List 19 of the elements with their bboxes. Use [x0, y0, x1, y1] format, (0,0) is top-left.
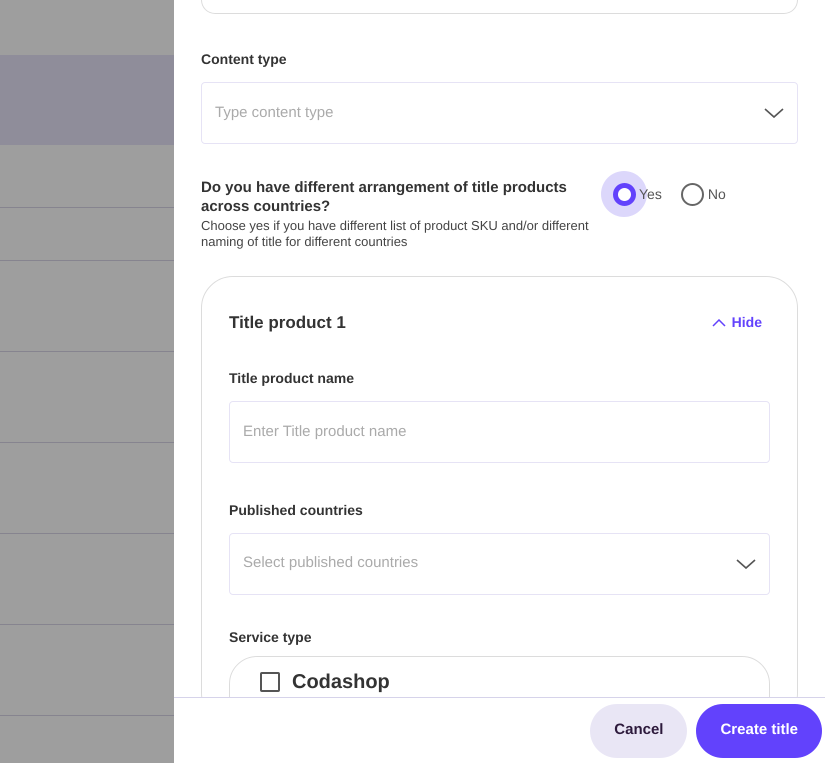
- input-field[interactable]: Enter Title product name: [229, 400, 770, 462]
- chevron-down-icon: [736, 558, 756, 570]
- question-text: Do you have different arrangement of title products across countries?: [201, 178, 568, 216]
- chevron-up-icon: [712, 318, 726, 327]
- radio-button[interactable]: [681, 182, 704, 206]
- checkbox[interactable]: [260, 672, 280, 692]
- chevron-down-icon: [764, 107, 784, 119]
- hint-text: Choose yes if you have different list of product SKU and/or different naming of title for different countries: [201, 218, 590, 250]
- create-button[interactable]: Create title: [696, 704, 822, 758]
- radio-label: No: [708, 184, 726, 204]
- field-label: Service type: [229, 628, 312, 647]
- field-label: Content type: [201, 50, 288, 69]
- field-label: Title product name: [229, 368, 355, 388]
- checkbox-label: Codashop: [292, 670, 390, 692]
- radio-label: Yes: [639, 184, 662, 204]
- cancel-button[interactable]: Cancel: [590, 704, 688, 758]
- card-title: Title product 1: [229, 312, 346, 334]
- field-label: Published countries: [229, 500, 364, 520]
- hide-toggle[interactable]: Hide: [712, 312, 762, 334]
